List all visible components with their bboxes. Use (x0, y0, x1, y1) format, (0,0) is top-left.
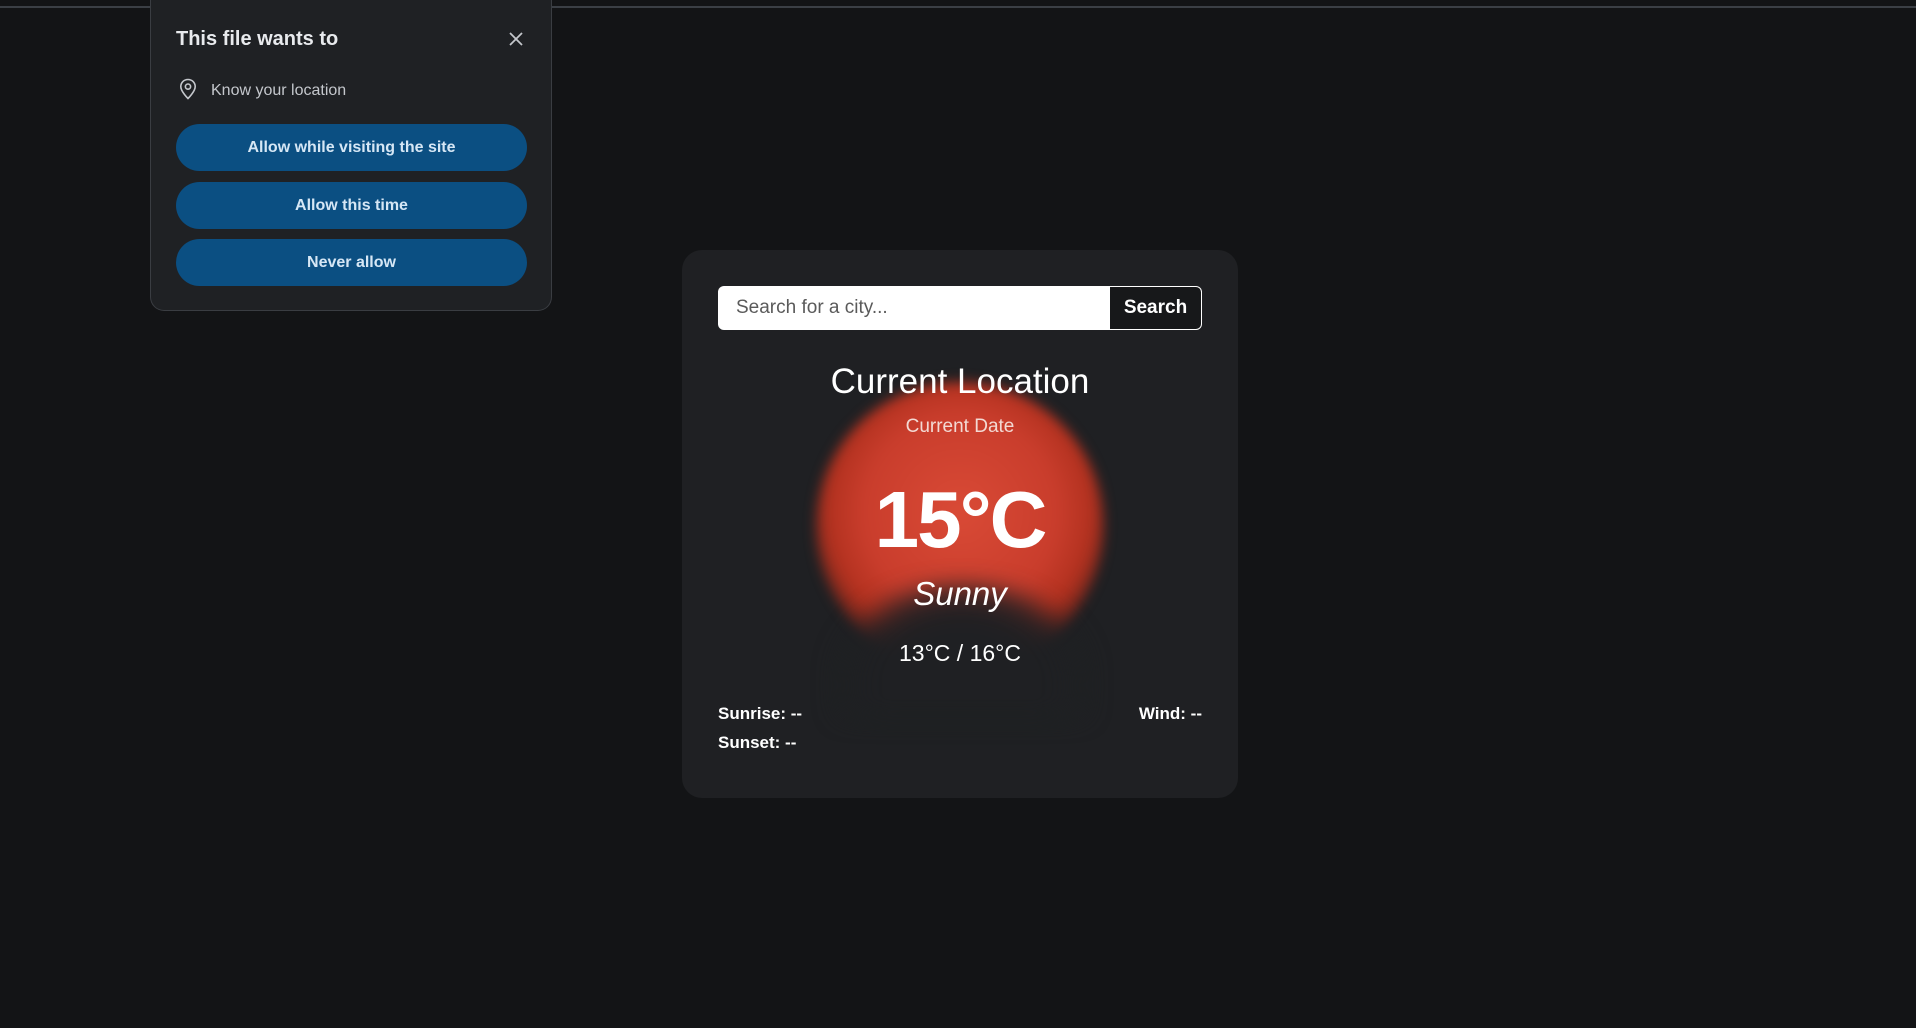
sunset-info: Sunset: -- (718, 733, 797, 752)
location-permission-popup: This file wants to Know your location Al… (150, 0, 552, 311)
date-label: Current Date (905, 416, 1015, 437)
location-pin-icon (179, 78, 197, 105)
permission-request-row: Know your location (179, 78, 347, 105)
weather-condition: Sunny (913, 575, 1007, 612)
city-search-bar: Search (718, 286, 1202, 330)
city-search-input[interactable] (718, 286, 1110, 330)
sunrise-info: Sunrise: -- (718, 704, 803, 723)
permission-request-label: Know your location (211, 82, 347, 99)
current-temperature: 15°C (874, 475, 1048, 564)
weather-card: Search Current Location Current Date 15°… (682, 250, 1238, 798)
wind-info: Wind: -- (1138, 704, 1202, 723)
close-icon[interactable] (505, 28, 527, 50)
permission-popup-title: This file wants to (176, 28, 339, 50)
location-title: Current Location (830, 362, 1090, 401)
allow-this-time-button[interactable]: Allow this time (176, 182, 527, 229)
search-button[interactable]: Search (1110, 286, 1202, 330)
min-max-temperature: 13°C / 16°C (899, 640, 1021, 666)
allow-while-visiting-button[interactable]: Allow while visiting the site (176, 124, 527, 171)
never-allow-button[interactable]: Never allow (176, 239, 527, 286)
